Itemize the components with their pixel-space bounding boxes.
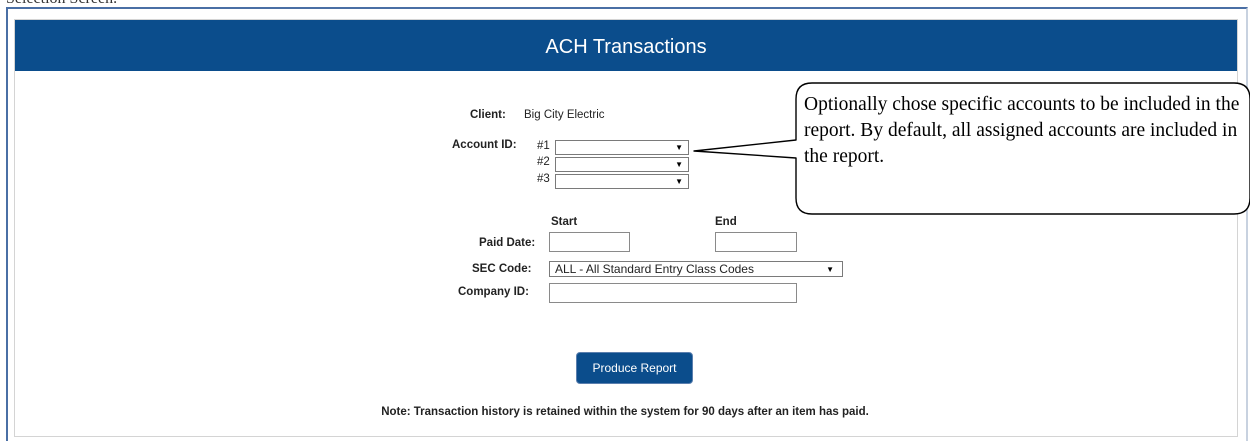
account-id-label: Account ID: — [452, 139, 517, 151]
produce-report-button[interactable]: Produce Report — [576, 352, 693, 384]
paid-date-label: Paid Date: — [479, 237, 536, 249]
account-slot-number: #2 — [537, 156, 550, 168]
account-select-2[interactable]: ▼ — [555, 157, 689, 172]
start-date-input[interactable] — [549, 232, 630, 252]
account-select-3[interactable]: ▼ — [555, 174, 689, 189]
chevron-down-icon: ▼ — [675, 143, 683, 152]
sec-code-select-value: ALL - All Standard Entry Class Codes — [555, 262, 754, 276]
chevron-down-icon: ▼ — [826, 265, 834, 274]
account-select-1[interactable]: ▼ — [555, 140, 689, 155]
account-slot-number: #3 — [537, 173, 550, 185]
chevron-down-icon: ▼ — [675, 160, 683, 169]
end-column-label: End — [715, 216, 737, 228]
company-id-input[interactable] — [549, 283, 797, 303]
callout-text: Optionally chose specific accounts to be… — [804, 94, 1240, 167]
page-title: ACH Transactions — [15, 20, 1237, 71]
sec-code-label: SEC Code: — [472, 263, 532, 275]
chevron-down-icon: ▼ — [675, 177, 683, 186]
client-label: Client: — [470, 109, 506, 121]
end-date-input[interactable] — [715, 232, 797, 252]
sec-code-select[interactable]: ALL - All Standard Entry Class Codes ▼ — [549, 261, 843, 277]
company-id-label: Company ID: — [458, 286, 529, 298]
start-column-label: Start — [551, 216, 578, 228]
retention-note: Note: Transaction history is retained wi… — [381, 406, 869, 418]
account-slot-number: #1 — [537, 140, 550, 152]
client-value: Big City Electric — [524, 109, 605, 121]
